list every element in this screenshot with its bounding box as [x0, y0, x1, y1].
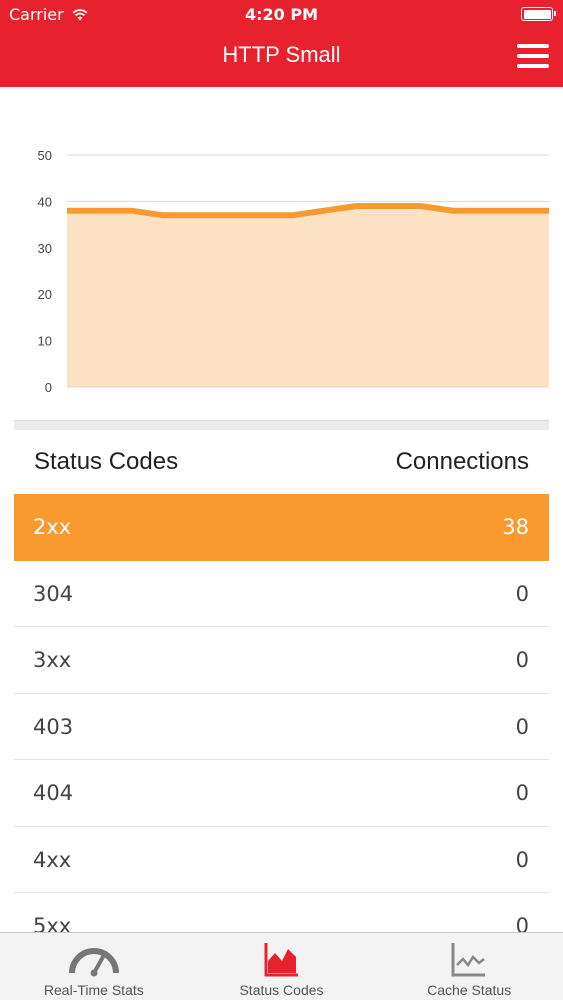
battery-icon — [521, 7, 556, 21]
connection-count: 0 — [515, 714, 529, 739]
status-code: 2xx — [33, 515, 72, 539]
chart-svg: 0 10 20 30 40 50 — [38, 148, 549, 395]
tab-label: Real-Time Stats — [43, 982, 144, 998]
clock: 4:20 PM — [244, 5, 318, 24]
y-tick-label: 50 — [38, 148, 52, 163]
table-row[interactable]: 2xx 38 — [14, 494, 549, 561]
tab-real-time-stats[interactable]: Real-Time Stats — [0, 933, 188, 1000]
page-title: HTTP Small — [222, 42, 341, 67]
gauge-icon — [68, 948, 119, 977]
section-divider — [14, 420, 549, 430]
status-code: 304 — [33, 581, 74, 606]
connection-count: 0 — [515, 648, 529, 672]
connection-count: 0 — [515, 781, 529, 805]
table-row[interactable]: 4xx 0 — [14, 827, 549, 893]
table-header: Status Codes Connections — [14, 430, 549, 494]
status-code: 404 — [33, 781, 74, 805]
y-tick-label: 30 — [38, 241, 52, 256]
y-tick-label: 40 — [38, 194, 52, 209]
y-tick-label: 0 — [45, 380, 52, 395]
tab-label: Status Codes — [239, 982, 324, 998]
tab-label: Cache Status — [427, 982, 512, 998]
y-tick-label: 10 — [38, 334, 52, 349]
status-bar: Carrier 4:20 PM — [0, 0, 563, 30]
status-code-list: 2xx 38 304 0 3xx 0 403 0 404 0 4xx 0 5xx… — [14, 494, 549, 960]
table-row[interactable]: 304 0 — [14, 561, 549, 627]
area-chart-icon — [264, 943, 298, 977]
tab-cache-status[interactable]: Cache Status — [375, 933, 563, 1000]
navigation-bar: Carrier 4:20 PM HTTP Small — [0, 0, 563, 87]
tab-status-codes[interactable]: Status Codes — [188, 933, 376, 1000]
status-codes-header: Status Codes — [34, 448, 179, 475]
table-row[interactable]: 3xx 0 — [14, 627, 549, 694]
status-code: 4xx — [33, 847, 72, 872]
connections-chart: 0 10 20 30 40 50 — [0, 87, 563, 420]
tab-bar: Real-Time Stats Status Codes Cache Statu… — [0, 932, 563, 1000]
status-code: 403 — [33, 714, 74, 739]
series-area — [67, 206, 549, 387]
connections-header: Connections — [395, 448, 529, 475]
connection-count: 0 — [515, 847, 529, 872]
hamburger-icon — [517, 44, 549, 48]
table-row[interactable]: 404 0 — [14, 760, 549, 827]
status-code: 3xx — [33, 648, 72, 672]
connection-count: 0 — [515, 581, 529, 606]
table-row[interactable]: 403 0 — [14, 694, 549, 760]
menu-button[interactable] — [517, 44, 549, 68]
line-chart-icon — [451, 943, 486, 977]
y-tick-label: 20 — [38, 287, 52, 302]
connection-count: 38 — [502, 515, 529, 539]
